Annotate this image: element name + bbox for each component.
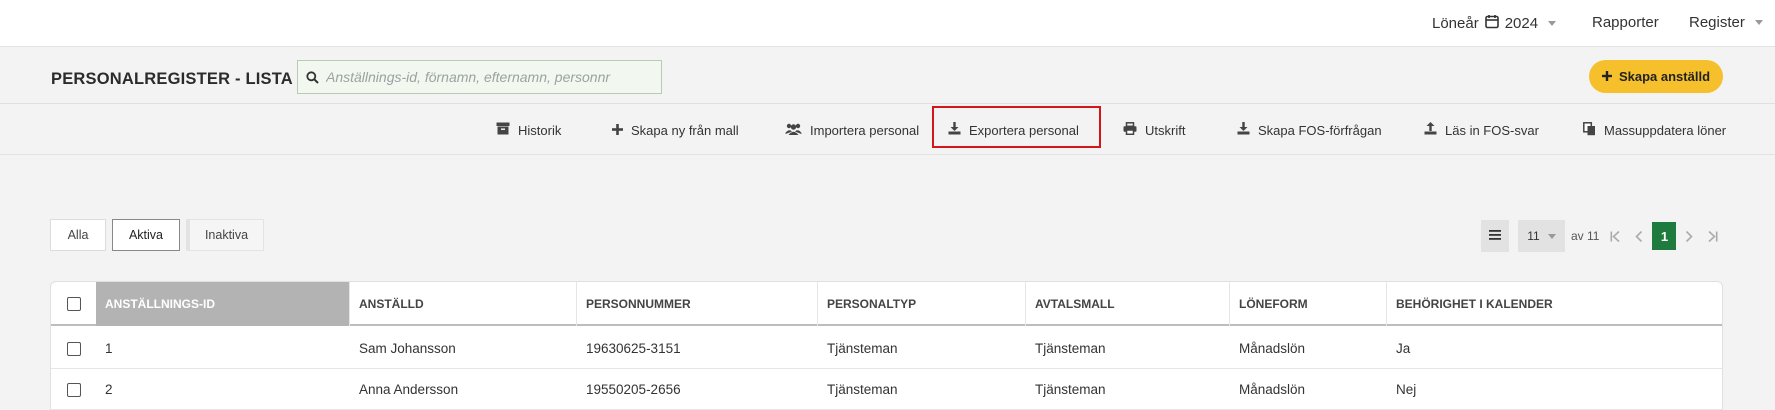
print-label: Utskrift	[1145, 122, 1186, 138]
action-toolbar: Historik Skapa ny från mall Importera pe…	[0, 105, 1775, 155]
previous-page-icon[interactable]	[1631, 230, 1647, 242]
list-icon	[1489, 229, 1501, 243]
row-select-cell	[51, 328, 96, 369]
select-all-cell	[51, 282, 96, 326]
reports-label: Rapporter	[1592, 14, 1659, 31]
export-personnel-button[interactable]: Exportera personal	[948, 119, 1079, 141]
pagination: 11 av 11 1	[1481, 220, 1721, 252]
column-header-personal-number[interactable]: PERSONNUMMER	[577, 282, 818, 326]
cell-salary-form: Månadslön	[1239, 341, 1306, 356]
year-selector[interactable]: Löneår 2024	[1432, 14, 1557, 33]
history-button[interactable]: Historik	[496, 119, 561, 141]
print-button[interactable]: Utskrift	[1123, 119, 1185, 141]
page-title: PERSONALREGISTER - LISTA	[51, 70, 293, 88]
history-label: Historik	[518, 122, 562, 138]
cell-salary-form: Månadslön	[1239, 382, 1306, 397]
top-navigation: Löneår 2024 Rapporter Register	[0, 0, 1775, 47]
mass-update-salaries-button[interactable]: Massuppdatera löner	[1583, 119, 1726, 141]
search-icon	[298, 70, 326, 84]
reports-menu[interactable]: Rapporter	[1592, 14, 1659, 31]
cell-employee[interactable]: Sam Johansson	[350, 328, 456, 369]
import-personnel-label: Importera personal	[810, 122, 920, 138]
filter-active-button[interactable]: Aktiva	[112, 219, 180, 251]
column-header-calendar-permission[interactable]: BEHÖRIGHET I KALENDER	[1387, 282, 1723, 326]
page-count: av 11	[1571, 229, 1600, 243]
plus-icon	[1601, 69, 1612, 84]
table-header: ANSTÄLLNINGS-ID ANSTÄLLD PERSONNUMMER PE…	[51, 282, 1722, 326]
search-box[interactable]	[297, 60, 662, 94]
upload-icon	[1424, 122, 1437, 138]
chevron-down-icon	[1754, 20, 1763, 25]
column-header-salary-form[interactable]: LÖNEFORM	[1230, 282, 1387, 326]
create-fos-request-button[interactable]: Skapa FOS-förfrågan	[1237, 119, 1382, 141]
cell-agreement-template: Tjänsteman	[1035, 382, 1106, 397]
last-page-icon[interactable]	[1705, 230, 1721, 242]
page-size-select[interactable]: 11	[1518, 220, 1565, 252]
column-header-agreement-template[interactable]: AVTALSMALL	[1026, 282, 1230, 326]
table-row[interactable]: 1 Sam Johansson 19630625-3151 Tjänsteman…	[51, 328, 1722, 369]
chevron-down-icon	[1547, 233, 1556, 239]
create-employee-button[interactable]: Skapa anställd	[1589, 60, 1723, 93]
register-menu[interactable]: Register	[1689, 14, 1763, 31]
first-page-icon[interactable]	[1607, 230, 1623, 242]
plus-icon	[612, 123, 623, 138]
cell-personnel-type: Tjänsteman	[827, 341, 898, 356]
year-value: 2024	[1504, 15, 1539, 32]
table-row[interactable]: 2 Anna Andersson 19550205-2656 Tjänstema…	[51, 369, 1722, 410]
download-icon	[948, 122, 961, 138]
register-label: Register	[1689, 14, 1745, 31]
list-view-button[interactable]	[1481, 220, 1509, 252]
create-from-template-button[interactable]: Skapa ny från mall	[612, 119, 739, 141]
copy-icon	[1583, 121, 1596, 139]
cell-employment-id: 1	[105, 341, 113, 356]
year-label: Löneår	[1432, 15, 1479, 32]
cell-employee[interactable]: Anna Andersson	[350, 369, 458, 410]
cell-calendar-permission: Ja	[1396, 341, 1411, 356]
row-checkbox[interactable]	[66, 382, 81, 397]
column-header-employment-id[interactable]: ANSTÄLLNINGS-ID	[96, 282, 350, 326]
export-personnel-label: Exportera personal	[969, 122, 1079, 138]
create-employee-label: Skapa anställd	[1618, 69, 1711, 84]
create-fos-request-label: Skapa FOS-förfrågan	[1258, 122, 1382, 138]
column-header-personnel-type[interactable]: PERSONALTYP	[818, 282, 1026, 326]
cell-personal-number: 19630625-3151	[586, 341, 681, 356]
chevron-down-icon	[1548, 21, 1557, 26]
cell-calendar-permission: Nej	[1396, 382, 1417, 397]
mass-update-salaries-label: Massuppdatera löner	[1604, 122, 1727, 138]
create-from-template-label: Skapa ny från mall	[631, 122, 739, 138]
import-personnel-button[interactable]: Importera personal	[785, 119, 919, 141]
printer-icon	[1123, 122, 1137, 138]
page-header: PERSONALREGISTER - LISTA Skapa anställd	[0, 48, 1775, 104]
select-all-checkbox[interactable]	[66, 297, 81, 311]
current-page-button[interactable]: 1	[1652, 222, 1677, 250]
personnel-table: ANSTÄLLNINGS-ID ANSTÄLLD PERSONNUMMER PE…	[50, 281, 1723, 410]
row-select-cell	[51, 369, 96, 410]
calendar-icon	[1484, 14, 1499, 33]
read-fos-response-label: Läs in FOS-svar	[1445, 122, 1539, 138]
read-fos-response-button[interactable]: Läs in FOS-svar	[1424, 119, 1539, 141]
cell-employment-id: 2	[105, 382, 113, 397]
page-size-value: 11	[1527, 229, 1540, 243]
column-header-employee[interactable]: ANSTÄLLD	[350, 282, 577, 326]
status-filter: Alla Aktiva Inaktiva	[50, 219, 264, 251]
cell-personal-number: 19550205-2656	[586, 382, 681, 397]
row-checkbox[interactable]	[66, 341, 81, 356]
filter-all-button[interactable]: Alla	[50, 219, 106, 251]
download-icon	[1237, 122, 1250, 138]
next-page-icon[interactable]	[1681, 230, 1697, 242]
filter-inactive-button[interactable]: Inaktiva	[186, 219, 264, 251]
search-input[interactable]	[326, 69, 646, 85]
users-icon	[785, 123, 802, 138]
archive-icon	[496, 122, 510, 138]
cell-personnel-type: Tjänsteman	[827, 382, 898, 397]
cell-agreement-template: Tjänsteman	[1035, 341, 1106, 356]
